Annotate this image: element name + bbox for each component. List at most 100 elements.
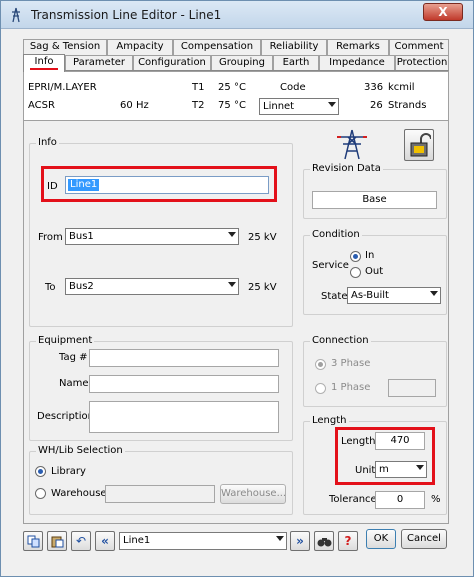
- chevron-down-icon: [430, 291, 438, 296]
- name-input[interactable]: [89, 375, 279, 393]
- service-in-label: In: [365, 250, 375, 261]
- to-bus-value: Bus2: [69, 281, 94, 292]
- name-label: Name: [59, 378, 89, 389]
- three-phase-label: 3 Phase: [331, 358, 371, 369]
- tab-compensation[interactable]: Compensation: [173, 39, 261, 55]
- length-highlight-box: [335, 427, 435, 485]
- undo-button[interactable]: ↶: [71, 531, 91, 551]
- app-tower-icon: [12, 7, 20, 23]
- service-in-radio[interactable]: [350, 251, 361, 262]
- ok-button[interactable]: OK: [366, 529, 396, 549]
- tag-input[interactable]: [89, 349, 279, 367]
- whlib-selection-legend: WH/Lib Selection: [36, 445, 125, 456]
- copy-icon: [27, 535, 40, 548]
- description-label: Description: [37, 411, 94, 422]
- tab-remarks[interactable]: Remarks: [327, 39, 389, 55]
- service-out-label: Out: [365, 266, 384, 277]
- tab-grouping[interactable]: Grouping: [211, 55, 273, 71]
- tab-parameter[interactable]: Parameter: [65, 55, 133, 71]
- help-icon: ?: [344, 534, 352, 548]
- double-chevron-right-icon: »: [296, 534, 304, 548]
- warehouse-button[interactable]: Warehouse...: [220, 484, 286, 504]
- undo-icon: ↶: [75, 534, 87, 548]
- chevron-down-icon: [228, 282, 236, 287]
- tab-info[interactable]: Info: [23, 54, 65, 72]
- t2-value: 75: [218, 100, 231, 111]
- warehouse-field[interactable]: [105, 485, 215, 503]
- binoculars-icon: [317, 538, 332, 547]
- tab-comment[interactable]: Comment: [389, 39, 449, 55]
- window-title: Transmission Line Editor - Line1: [31, 8, 222, 22]
- from-kv: 25 kV: [248, 232, 277, 243]
- to-label: To: [45, 282, 56, 293]
- transmission-tower-icon: [337, 129, 367, 160]
- element-selector-dropdown[interactable]: Line1: [119, 532, 287, 550]
- equipment-legend: Equipment: [36, 335, 95, 346]
- copy-button[interactable]: [23, 531, 43, 551]
- whlib-selection-group: WH/Lib Selection: [29, 445, 293, 515]
- tab-protection[interactable]: Protection: [395, 55, 449, 71]
- t1-unit: °C: [234, 82, 246, 93]
- to-bus-dropdown[interactable]: Bus2: [65, 278, 239, 295]
- tolerance-input[interactable]: 0: [375, 491, 425, 509]
- id-highlight-box: [41, 166, 277, 202]
- tab-sag-tension[interactable]: Sag & Tension: [23, 39, 107, 55]
- previous-button[interactable]: «: [95, 531, 115, 551]
- code-dropdown[interactable]: Linnet: [259, 98, 339, 115]
- library-label: Library: [51, 466, 86, 477]
- three-phase-radio[interactable]: [315, 359, 326, 370]
- paste-button[interactable]: [47, 531, 67, 551]
- from-bus-value: Bus1: [69, 231, 94, 242]
- state-value: As-Built: [351, 290, 389, 301]
- conductor-type: ACSR: [28, 100, 55, 111]
- warehouse-radio[interactable]: [35, 488, 46, 499]
- connection-group: Connection: [303, 335, 447, 407]
- condition-legend: Condition: [310, 229, 362, 240]
- close-button[interactable]: X: [423, 3, 463, 21]
- revision-data-legend: Revision Data: [310, 163, 383, 174]
- from-label: From: [38, 232, 63, 243]
- conductor-summary-panel: EPRI/M.LAYER ACSR 60 Hz T1 25 °C T2 75 °…: [23, 71, 449, 121]
- paste-icon: [51, 536, 64, 548]
- tab-ampacity[interactable]: Ampacity: [107, 39, 173, 55]
- t2-label: T2: [192, 100, 205, 111]
- strands-unit: Strands: [388, 100, 427, 111]
- to-kv: 25 kV: [248, 282, 277, 293]
- next-button[interactable]: »: [290, 531, 310, 551]
- phase-selection-field[interactable]: [388, 379, 436, 397]
- state-dropdown[interactable]: As-Built: [347, 287, 441, 304]
- chevron-down-icon: [276, 536, 284, 541]
- lock-button[interactable]: [404, 129, 434, 161]
- cancel-button[interactable]: Cancel: [401, 529, 447, 549]
- library-radio[interactable]: [35, 466, 46, 477]
- t2-unit: °C: [234, 100, 246, 111]
- kcmil-value: 336: [364, 82, 384, 93]
- library-name: EPRI/M.LAYER: [28, 82, 97, 93]
- tab-earth[interactable]: Earth: [273, 55, 319, 71]
- one-phase-radio[interactable]: [315, 383, 326, 394]
- service-out-radio[interactable]: [350, 267, 361, 278]
- strands-value: 26: [370, 100, 383, 111]
- tag-label: Tag #: [59, 352, 88, 363]
- code-dropdown-value: Linnet: [263, 101, 295, 112]
- title-bar[interactable]: Transmission Line Editor - Line1 X: [1, 1, 473, 29]
- editor-window: Transmission Line Editor - Line1 X Sag &…: [0, 0, 474, 577]
- tolerance-unit: %: [431, 494, 441, 505]
- tab-impedance[interactable]: Impedance: [319, 55, 395, 71]
- info-group-legend: Info: [36, 137, 59, 148]
- tab-reliability[interactable]: Reliability: [261, 39, 327, 55]
- description-input[interactable]: [89, 401, 279, 433]
- from-bus-dropdown[interactable]: Bus1: [65, 228, 239, 245]
- unlock-icon: [410, 133, 431, 157]
- warehouse-label: Warehouse: [51, 488, 107, 499]
- service-label: Service: [312, 260, 349, 271]
- revision-data-field[interactable]: Base: [312, 191, 437, 209]
- length-legend: Length: [310, 415, 349, 426]
- revision-data-value: Base: [362, 194, 387, 205]
- t1-label: T1: [192, 82, 205, 93]
- chevron-down-icon: [328, 102, 336, 107]
- tab-configuration[interactable]: Configuration: [133, 55, 211, 71]
- kcmil-unit: kcmil: [388, 82, 415, 93]
- find-button[interactable]: [314, 531, 334, 551]
- help-button[interactable]: ?: [338, 531, 358, 551]
